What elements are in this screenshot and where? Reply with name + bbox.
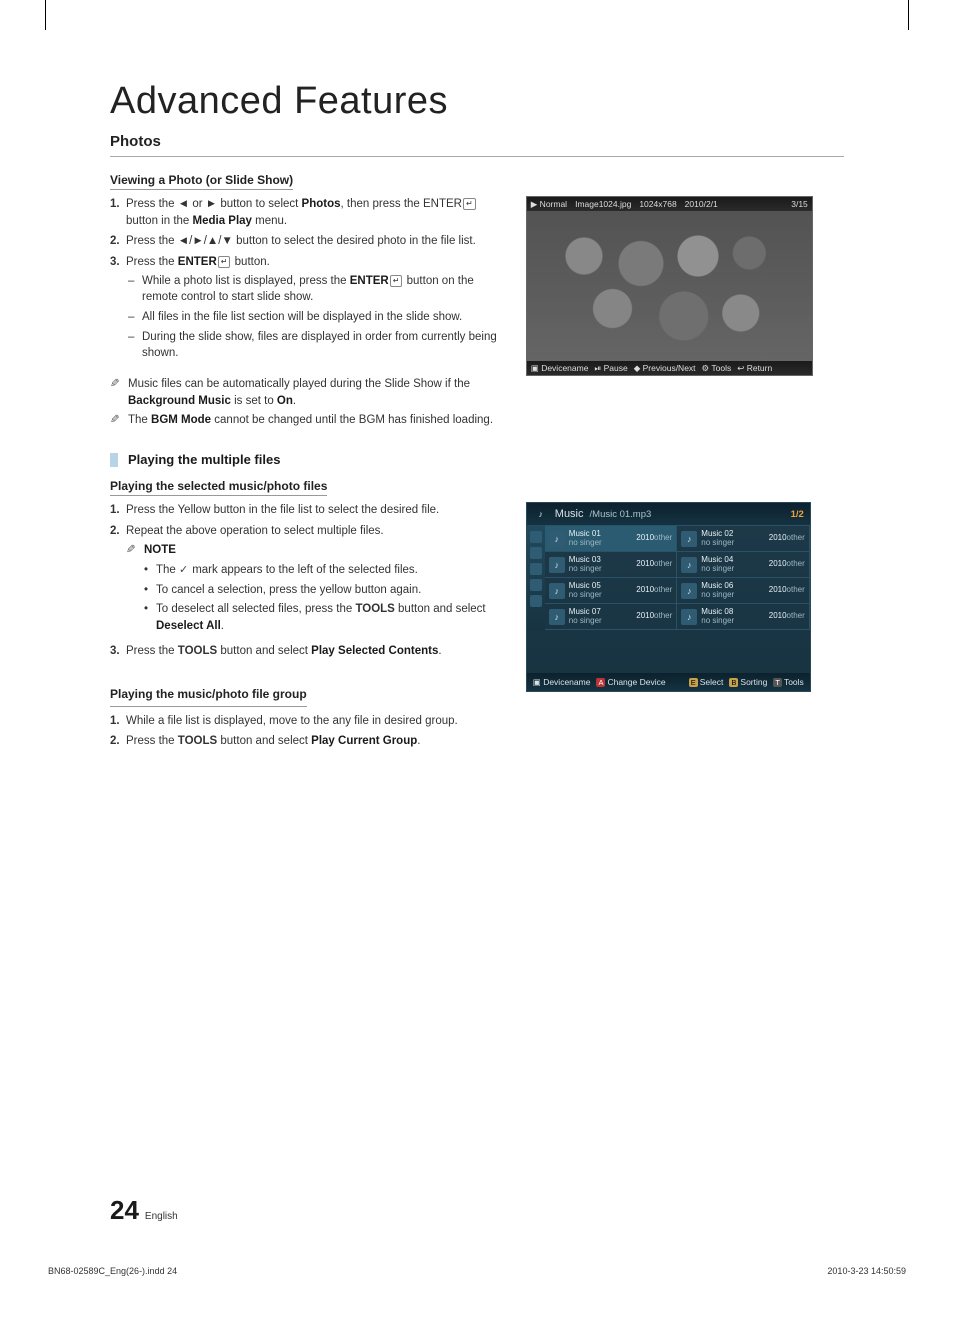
check-icon <box>179 562 189 572</box>
filename-label: Image1024.jpg <box>575 199 631 209</box>
note-icon <box>126 542 144 559</box>
bar-heading: Playing the multiple files <box>110 452 844 467</box>
step-text: While a file list is displayed, move to … <box>126 713 458 730</box>
page-footer: 24 English <box>110 1195 178 1226</box>
music-cell: ♪Music 05no singer2010other <box>545 578 678 604</box>
step-text: Press the ENTER↵ button. While a photo l… <box>126 254 508 366</box>
photo-top-bar: ▶ Normal Image1024.jpg 1024x768 2010/2/1… <box>527 197 812 211</box>
step-text: Press the ◄ or ► button to select Photos… <box>126 196 508 229</box>
music-note-icon: ♪ <box>681 531 697 547</box>
note-text: Music files can be automatically played … <box>128 376 508 409</box>
sub-heading: Playing the music/photo file group <box>110 686 307 706</box>
date-label: 2010/2/1 <box>685 199 718 209</box>
music-note-icon: ♪ <box>681 557 697 573</box>
page-title: Advanced Features <box>110 80 844 123</box>
music-note-icon: ♪ <box>549 609 565 625</box>
side-icon <box>530 547 542 559</box>
music-list-screenshot: ♪ Music /Music 01.mp3 1/2 ♪Music 01no si… <box>526 502 811 692</box>
note-icon <box>110 412 128 429</box>
music-note-icon: ♪ <box>681 609 697 625</box>
bullet-text: The mark appears to the left of the sele… <box>156 562 418 579</box>
bleed-info: BN68-02589C_Eng(26-).indd 24 2010-3-23 1… <box>48 1266 906 1276</box>
music-cell: ♪Music 07no singer2010other <box>545 604 678 630</box>
resolution-label: 1024x768 <box>639 199 676 209</box>
music-top-bar: ♪ Music /Music 01.mp3 1/2 <box>527 503 810 525</box>
side-icon <box>530 579 542 591</box>
music-cell: ♪Music 06no singer2010other <box>677 578 810 604</box>
music-note-icon: ♪ <box>549 583 565 599</box>
sub-heading: Playing the selected music/photo files <box>110 479 327 496</box>
viewing-block: Viewing a Photo (or Slide Show) 1. Press… <box>110 171 844 432</box>
music-cell: ♪Music 08no singer2010other <box>677 604 810 630</box>
music-note-icon: ♪ <box>549 531 565 547</box>
enter-icon: ↵ <box>218 256 231 268</box>
music-cell: ♪Music 04no singer2010other <box>677 552 810 578</box>
side-icon <box>530 531 542 543</box>
mode-label: ▶ Normal <box>531 199 567 210</box>
crop-mark <box>45 0 46 30</box>
photo-viewer-screenshot: ▶ Normal Image1024.jpg 1024x768 2010/2/1… <box>526 196 813 376</box>
manual-page: Advanced Features Photos Viewing a Photo… <box>0 0 954 1321</box>
section-heading: Photos <box>110 133 844 150</box>
step-list: 1. Press the ◄ or ► button to select Pho… <box>110 196 508 366</box>
index-label: 3/15 <box>791 199 808 209</box>
music-app-icon: ♪ <box>533 506 549 522</box>
note-icon <box>110 376 128 409</box>
dash-text: All files in the file list section will … <box>142 309 462 326</box>
note-text: The BGM Mode cannot be changed until the… <box>128 412 493 429</box>
enter-icon: ↵ <box>390 275 403 287</box>
bullet-text: To cancel a selection, press the yellow … <box>156 582 421 599</box>
music-cell: ♪Music 02no singer2010other <box>677 526 810 552</box>
enter-icon: ↵ <box>463 198 476 210</box>
page-number: 24 <box>110 1195 139 1226</box>
music-path: /Music 01.mp3 <box>590 509 652 520</box>
side-icon <box>530 563 542 575</box>
music-title: Music <box>555 508 584 520</box>
bleed-left: BN68-02589C_Eng(26-).indd 24 <box>48 1266 177 1276</box>
music-cell: ♪Music 01no singer2010other <box>545 526 678 552</box>
step-text: Press the TOOLS button and select Play S… <box>126 643 442 660</box>
music-grid: ♪Music 01no singer2010other♪Music 02no s… <box>545 525 810 630</box>
step-text: Press the TOOLS button and select Play C… <box>126 733 420 750</box>
music-cell: ♪Music 03no singer2010other <box>545 552 678 578</box>
music-bottom-bar: ▣ Devicename AChange Device ESelect BSor… <box>527 673 810 691</box>
step-text: Press the Yellow button in the file list… <box>126 502 439 519</box>
music-note-icon: ♪ <box>549 557 565 573</box>
photo-bottom-bar: ▣ Devicename ⏯ Pause ◆ Previous/Next ⚙ T… <box>527 361 812 375</box>
bullet-text: To deselect all selected files, press th… <box>156 601 508 634</box>
side-icon <box>530 595 542 607</box>
bleed-right: 2010-3-23 14:50:59 <box>827 1266 906 1276</box>
dash-text: During the slide show, files are display… <box>142 329 508 362</box>
music-count: 1/2 <box>791 509 804 520</box>
page-language: English <box>145 1211 178 1222</box>
music-note-icon: ♪ <box>681 583 697 599</box>
divider <box>110 156 844 157</box>
photo-content <box>527 211 812 361</box>
sub-heading: Viewing a Photo (or Slide Show) <box>110 173 293 190</box>
note-label: NOTE <box>144 542 176 559</box>
crop-mark <box>908 0 909 30</box>
dash-text: While a photo list is displayed, press t… <box>142 273 508 306</box>
step-text: Repeat the above operation to select mul… <box>126 523 508 639</box>
music-sidebar <box>527 525 545 630</box>
step-text: Press the ◄/►/▲/▼ button to select the d… <box>126 233 476 250</box>
bar-icon <box>110 453 118 467</box>
